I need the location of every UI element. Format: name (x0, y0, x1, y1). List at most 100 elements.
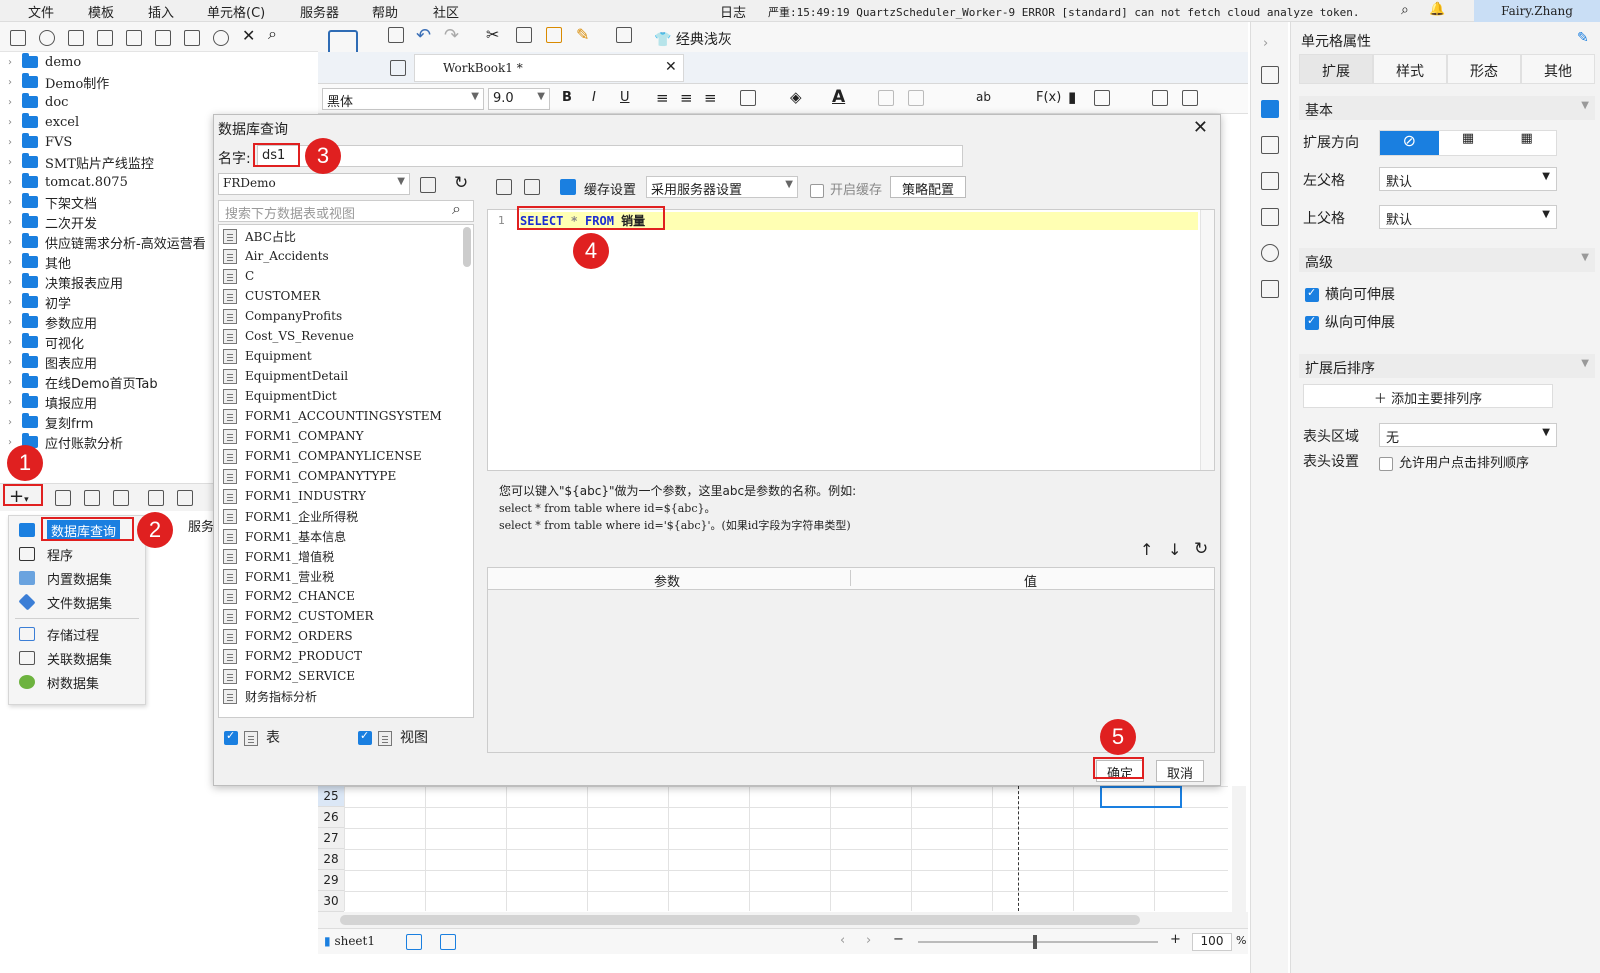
align-center-icon[interactable]: ≡ (680, 89, 693, 107)
link-icon[interactable] (1261, 244, 1279, 262)
horizontal-scrollbar[interactable] (318, 912, 1248, 928)
table-item[interactable]: ABC占比 (223, 226, 296, 246)
tree-item[interactable]: › 可视化 (8, 332, 84, 352)
table-item[interactable]: FORM1_基本信息 (223, 526, 346, 546)
cell-element-icon[interactable] (1261, 100, 1279, 118)
param-icon[interactable] (177, 490, 193, 506)
float-element-icon[interactable] (1261, 136, 1279, 154)
tree-item[interactable]: › FVS (8, 132, 72, 152)
menu-item-tree[interactable]: 树数据集 (19, 671, 99, 693)
tree-item[interactable]: › 下架文档 (8, 192, 97, 212)
tree-item[interactable]: › 其他 (8, 252, 71, 272)
show-table-checkbox[interactable]: 表 (224, 727, 280, 747)
tree-item[interactable]: › 决策报表应用 (8, 272, 123, 292)
table-item[interactable]: CompanyProfits (223, 306, 342, 326)
tab-expand[interactable]: 扩展 (1299, 54, 1373, 84)
selected-cell[interactable] (1100, 786, 1182, 808)
section-advanced[interactable]: 高级 ▼ (1299, 248, 1595, 272)
chart-icon[interactable]: ▮ (1068, 88, 1076, 106)
delete-icon[interactable] (126, 30, 142, 46)
new-folder-icon[interactable] (10, 30, 26, 46)
bell-icon[interactable]: 🔔 (1429, 2, 1445, 17)
menu-item-related[interactable]: 关联数据集 (19, 647, 112, 669)
tree-item[interactable]: › 参数应用 (8, 312, 97, 332)
tree-item[interactable]: › 初学 (8, 292, 71, 312)
search-icon[interactable]: ⌕ (268, 24, 277, 44)
table-item[interactable]: Equipment (223, 346, 312, 366)
merge-icon[interactable] (878, 90, 894, 106)
tree-item[interactable]: › 填报应用 (8, 392, 97, 412)
table-item[interactable]: FORM1_ACCOUNTINGSYSTEM (223, 406, 442, 426)
prev-sheet-icon[interactable]: ‹ (840, 933, 845, 948)
cache-mode-select[interactable]: 采用服务器设置 ▼ (646, 176, 798, 198)
connection-select[interactable]: FRDemo ▼ (218, 173, 410, 195)
refresh-params-icon[interactable]: ↻ (1194, 539, 1208, 559)
next-sheet-icon[interactable]: › (866, 933, 871, 948)
tab-form[interactable]: 形态 (1447, 54, 1521, 84)
menu-item-builtin[interactable]: 内置数据集 (19, 567, 112, 589)
redo-icon[interactable]: ↷ (444, 25, 459, 46)
tree-item[interactable]: › demo (8, 52, 81, 72)
theme-button[interactable]: 👕 经典浅灰 (654, 29, 732, 49)
table-item[interactable]: EquipmentDetail (223, 366, 348, 386)
font-color-icon[interactable]: A (832, 87, 845, 107)
template-icon[interactable] (68, 30, 84, 46)
font-family-select[interactable]: 黑体 ▼ (322, 88, 484, 110)
row-header[interactable]: 26 (318, 807, 344, 828)
tab-workbook1[interactable]: WorkBook1 * ✕ (414, 54, 684, 82)
image-icon[interactable] (1094, 90, 1110, 106)
tree-item[interactable]: › 在线Demo首页Tab (8, 372, 158, 392)
bold-button[interactable]: B (562, 90, 572, 105)
search-icon[interactable]: ⌕ (1401, 2, 1409, 18)
table-item[interactable]: C (223, 266, 254, 286)
menu-item-procedure[interactable]: 存储过程 (19, 623, 99, 645)
delete-icon[interactable] (84, 490, 100, 506)
format-painter-icon[interactable]: ✎ (576, 25, 589, 44)
preview-icon[interactable] (616, 27, 632, 43)
save-icon[interactable] (388, 27, 404, 43)
edit-connection-icon[interactable] (420, 177, 436, 193)
allow-sort-checkbox[interactable]: 允许用户点击排列顺序 (1379, 452, 1529, 471)
menu-help[interactable]: 帮助 (372, 2, 398, 21)
close-tab-icon[interactable]: ✕ (665, 59, 677, 75)
table-item[interactable]: CUSTOMER (223, 286, 320, 306)
row-header[interactable]: 30 (318, 891, 344, 912)
add-sheet-icon[interactable] (406, 934, 422, 950)
no-expand-button[interactable]: ⊘ (1380, 131, 1439, 155)
tree-item[interactable]: › tomcat.8075 (8, 172, 128, 192)
tree-item[interactable]: › 复刻frm (8, 412, 93, 432)
cut-icon[interactable]: ✂ (486, 25, 499, 44)
menu-server[interactable]: 服务器 (300, 2, 339, 21)
menu-template[interactable]: 模板 (88, 2, 114, 21)
cell-attr-icon[interactable] (1261, 66, 1279, 84)
top-parent-select[interactable]: 默认 ▼ (1379, 205, 1557, 229)
copy-icon[interactable] (516, 27, 532, 43)
list-scrollbar[interactable] (463, 227, 471, 267)
underline-button[interactable]: U (620, 90, 630, 105)
table-item[interactable]: FORM1_COMPANYLICENSE (223, 446, 422, 466)
menu-item-program[interactable]: 程序 (19, 543, 73, 565)
row-header[interactable]: 28 (318, 849, 344, 870)
close-dialog-icon[interactable]: ✕ (1193, 117, 1208, 138)
table-item[interactable]: FORM2_SERVICE (223, 666, 355, 686)
font-size-select[interactable]: 9.0 ▼ (488, 88, 550, 110)
row-header[interactable]: 27 (318, 828, 344, 849)
row-header[interactable]: 25 (318, 786, 344, 807)
table-item[interactable]: FORM2_ORDERS (223, 626, 353, 646)
tree-item[interactable]: › Demo制作 (8, 72, 109, 92)
policy-button[interactable]: 策略配置 (890, 176, 966, 198)
param-icon[interactable] (524, 179, 540, 195)
collapse-icon[interactable]: › (1263, 36, 1268, 51)
preview-icon[interactable] (496, 179, 512, 195)
vertical-expand-button[interactable]: ▦ (1438, 131, 1498, 155)
menu-cell[interactable]: 单元格(C) (207, 2, 265, 21)
text-icon[interactable]: ab (976, 90, 991, 104)
formula-icon[interactable]: F(x) (1036, 90, 1061, 105)
locate-icon[interactable] (213, 30, 229, 46)
database-icon[interactable] (113, 490, 129, 506)
pin-icon[interactable]: ✎ (1577, 30, 1589, 46)
paste-icon[interactable] (546, 27, 562, 43)
horizontal-expand-button[interactable]: ▦ (1497, 131, 1557, 155)
tree-item[interactable]: › SMT贴片产线监控 (8, 152, 154, 172)
tab-style[interactable]: 样式 (1373, 54, 1447, 84)
